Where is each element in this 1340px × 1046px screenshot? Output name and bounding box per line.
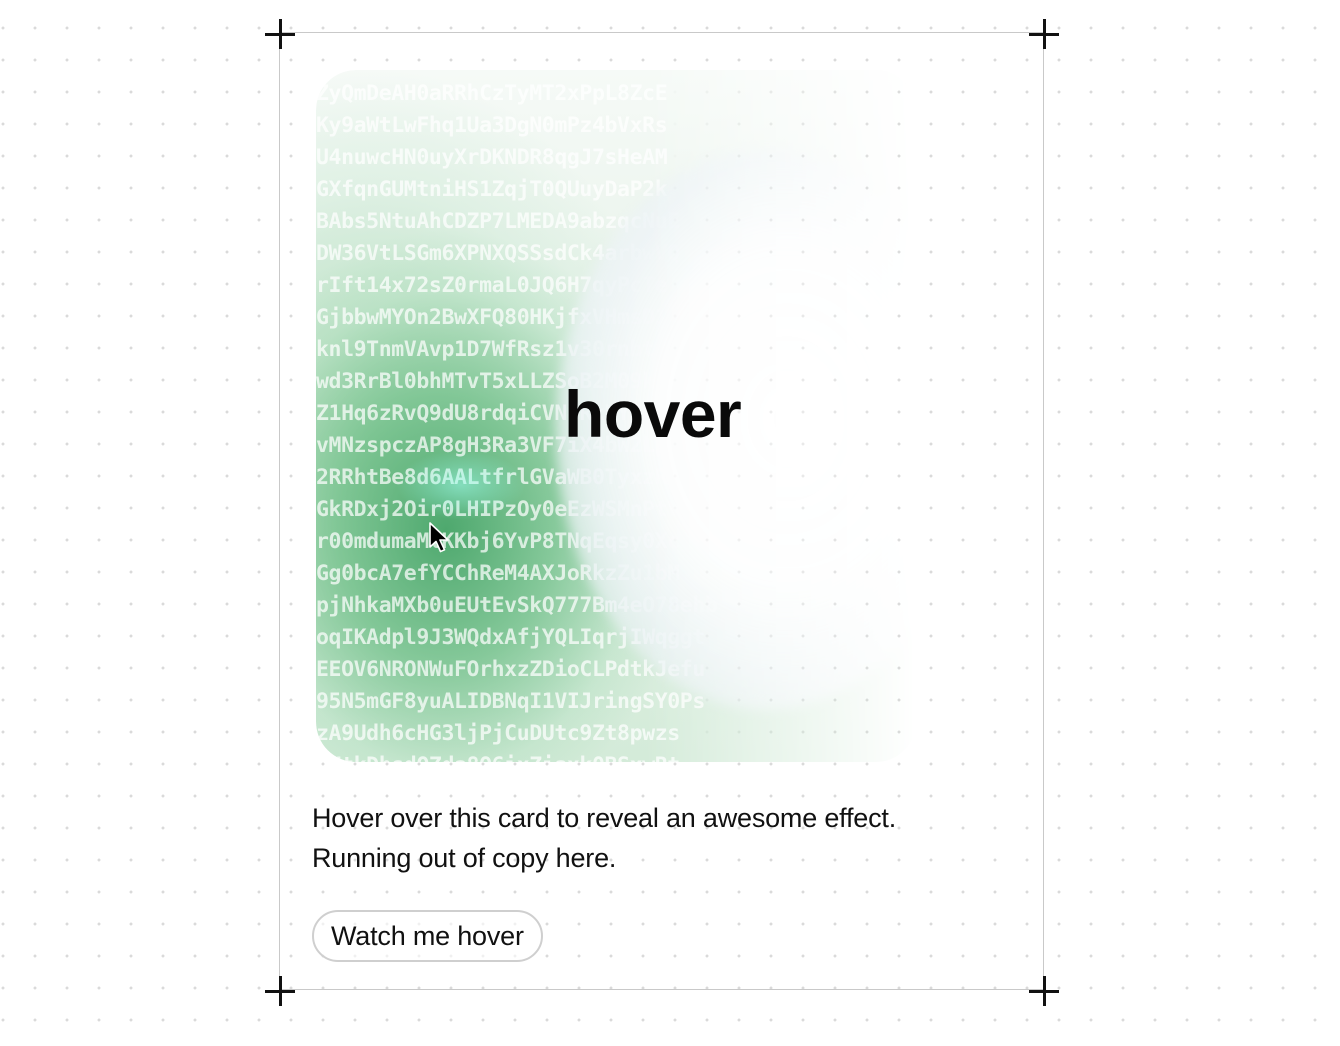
glitch-text-row: ZyQmDeAH0aRRhCzTyMT2xPpL8ZcE: [316, 81, 668, 106]
mouse-pointer-icon: [429, 522, 449, 553]
crosshair-icon: [265, 19, 295, 49]
glitch-text-row: U4nuwcHN0uyXrDKNDR8qgJ7sHeAM: [316, 145, 668, 170]
glitch-text-row: 95N5mGF8yuALIDBNqI1VIJringSY0Ps: [316, 689, 705, 714]
highlight-glow: [396, 450, 526, 520]
glitch-text-row: cUtkDhsdOZda8O6ixZiaxk0BSxwRt: [316, 750, 717, 762]
card-description: Hover over this card to reveal an awesom…: [312, 798, 972, 878]
description-line: Running out of copy here.: [312, 843, 617, 873]
glitch-text-row: Ky9aWtLwFhq1Ua3DgN0mPz4bVxRs: [316, 113, 668, 138]
watch-me-hover-button[interactable]: Watch me hover: [312, 910, 543, 962]
crosshair-icon: [265, 976, 295, 1006]
glitch-text-row: zA9Udh6cHG3ljPjCuDUtc9Zt8pwzs: [316, 721, 680, 746]
crosshair-icon: [1029, 19, 1059, 49]
crosshair-icon: [1029, 976, 1059, 1006]
card-title: hover: [564, 377, 742, 451]
description-line: Hover over this card to reveal an awesom…: [312, 803, 896, 833]
